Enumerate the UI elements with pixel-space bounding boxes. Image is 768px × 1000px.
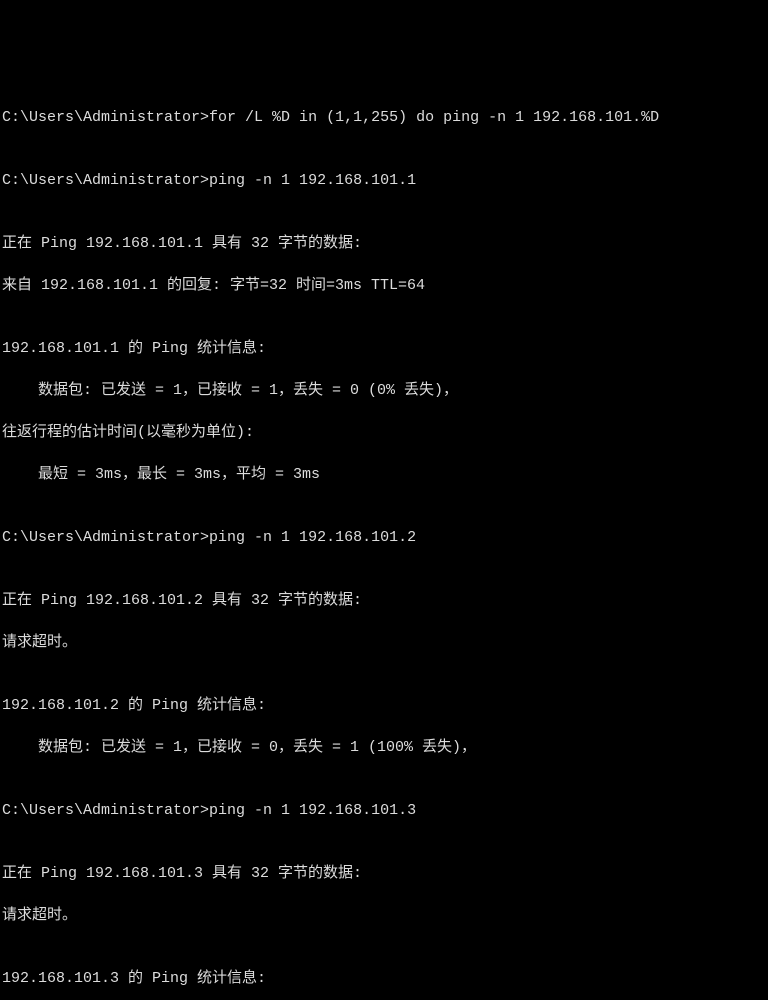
ping-rtt-title: 往返行程的估计时间(以毫秒为单位):	[2, 422, 766, 443]
ping-packets: 数据包: 已发送 = 1，已接收 = 0，丢失 = 1 (100% 丢失)，	[2, 737, 766, 758]
ping-stats-title: 192.168.101.1 的 Ping 统计信息:	[2, 338, 766, 359]
prompt-line: C:\Users\Administrator>for /L %D in (1,1…	[2, 107, 766, 128]
ping-header: 正在 Ping 192.168.101.2 具有 32 字节的数据:	[2, 590, 766, 611]
command-ping-2: ping -n 1 192.168.101.2	[209, 529, 416, 546]
command-ping-1: ping -n 1 192.168.101.1	[209, 172, 416, 189]
prompt-line: C:\Users\Administrator>ping -n 1 192.168…	[2, 800, 766, 821]
command-ping-3: ping -n 1 192.168.101.3	[209, 802, 416, 819]
ping-rtt: 最短 = 3ms，最长 = 3ms，平均 = 3ms	[2, 464, 766, 485]
prompt-path: C:\Users\Administrator>	[2, 529, 209, 546]
prompt-path: C:\Users\Administrator>	[2, 109, 209, 126]
ping-timeout: 请求超时。	[2, 632, 766, 653]
ping-stats-title: 192.168.101.2 的 Ping 统计信息:	[2, 695, 766, 716]
ping-stats-title: 192.168.101.3 的 Ping 统计信息:	[2, 968, 766, 989]
prompt-line: C:\Users\Administrator>ping -n 1 192.168…	[2, 527, 766, 548]
terminal-output[interactable]: C:\Users\Administrator>for /L %D in (1,1…	[2, 86, 766, 1000]
ping-header: 正在 Ping 192.168.101.1 具有 32 字节的数据:	[2, 233, 766, 254]
ping-reply: 来自 192.168.101.1 的回复: 字节=32 时间=3ms TTL=6…	[2, 275, 766, 296]
ping-timeout: 请求超时。	[2, 905, 766, 926]
ping-packets: 数据包: 已发送 = 1，已接收 = 1，丢失 = 0 (0% 丢失)，	[2, 380, 766, 401]
command-for: for /L %D in (1,1,255) do ping -n 1 192.…	[209, 109, 659, 126]
ping-header: 正在 Ping 192.168.101.3 具有 32 字节的数据:	[2, 863, 766, 884]
prompt-path: C:\Users\Administrator>	[2, 802, 209, 819]
prompt-line: C:\Users\Administrator>ping -n 1 192.168…	[2, 170, 766, 191]
prompt-path: C:\Users\Administrator>	[2, 172, 209, 189]
